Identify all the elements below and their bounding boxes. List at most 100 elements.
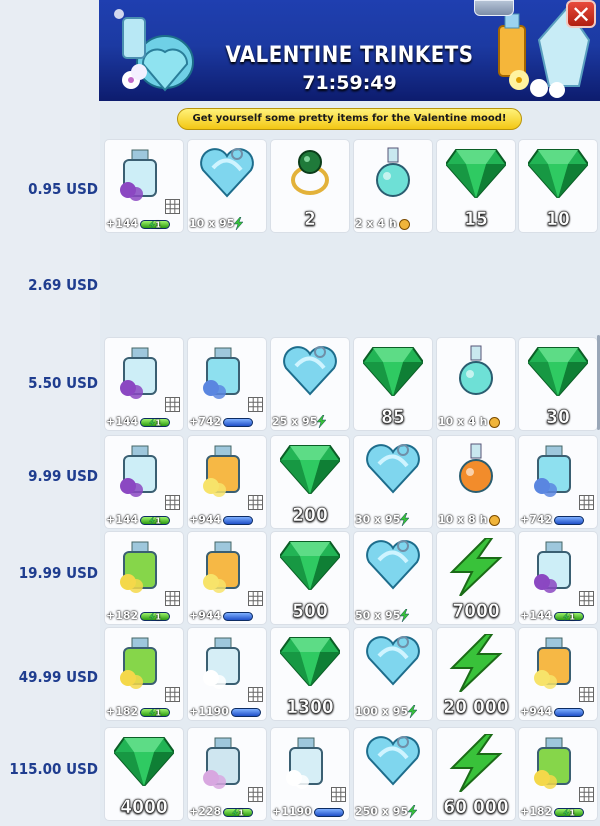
green-perfume-icon <box>120 637 157 689</box>
perfume-bouquet-icon <box>120 445 157 497</box>
item-detail: +144 1 <box>106 415 171 428</box>
clock-icon <box>489 416 501 428</box>
item-detail: +182 1 <box>106 705 171 718</box>
offer-item[interactable]: +944 <box>519 628 597 720</box>
heart-perfume-icon <box>534 445 571 497</box>
price-label[interactable]: 5.50 USD <box>0 374 98 392</box>
offer-item[interactable]: 100 x 95 <box>354 628 432 720</box>
offer-item[interactable]: +1190 <box>271 728 349 820</box>
heart-bottle-icon <box>366 636 420 686</box>
left-panel <box>0 0 100 826</box>
item-detail: +144 1 <box>106 513 171 526</box>
item-amount: 10 <box>546 208 570 231</box>
grid-icon <box>165 495 180 510</box>
item-detail: 25 x 95 <box>272 415 327 428</box>
item-detail: +144 1 <box>106 217 171 230</box>
heart-bottle-icon <box>366 444 420 494</box>
item-detail: +144 1 <box>520 609 585 622</box>
offer-item[interactable]: 60 000 <box>437 728 515 820</box>
emerald-gem-icon <box>446 149 506 198</box>
perfume-bouquet-icon <box>120 347 157 399</box>
perfume-bouquet-icon <box>534 541 571 593</box>
price-label[interactable]: 115.00 USD <box>0 760 98 778</box>
item-amount: 2 <box>304 208 317 231</box>
grid-icon <box>165 397 180 412</box>
orchid-perfume-icon <box>203 737 240 789</box>
perfume-bouquet-icon <box>120 149 157 201</box>
item-amount: 200 <box>292 504 328 527</box>
item-amount: 30 <box>546 406 570 429</box>
offer-item[interactable]: 15 <box>437 140 515 232</box>
offer-item[interactable]: +944 <box>188 436 266 528</box>
offer-item[interactable]: 4000 <box>105 728 183 820</box>
offer-item[interactable]: +182 1 <box>105 628 183 720</box>
offer-item[interactable]: +742 <box>188 338 266 430</box>
offer-item[interactable]: 200 <box>271 436 349 528</box>
offer-item[interactable]: +144 1 <box>519 532 597 624</box>
offer-item[interactable]: +228 1 <box>188 728 266 820</box>
green-boost-badge: 1 <box>140 219 171 229</box>
green-boost-badge: 1 <box>223 807 254 817</box>
item-detail: +742 <box>520 513 585 526</box>
grid-icon <box>165 199 180 214</box>
offer-item[interactable]: 2 x 4 h <box>354 140 432 232</box>
price-label[interactable]: 9.99 USD <box>0 467 98 485</box>
potion-flask-icon <box>459 345 493 395</box>
grid-icon <box>165 687 180 702</box>
offer-item[interactable]: +742 <box>519 436 597 528</box>
grid-icon <box>579 687 594 702</box>
offer-item[interactable]: +1190 <box>188 628 266 720</box>
item-amount: 500 <box>292 600 328 623</box>
offer-item[interactable]: 10 x 95 <box>188 140 266 232</box>
heart-bottle-icon <box>366 736 420 786</box>
item-amount: 15 <box>464 208 488 231</box>
price-label[interactable]: 19.99 USD <box>0 564 98 582</box>
heart-bottle-icon <box>283 346 337 396</box>
offer-item[interactable]: 500 <box>271 532 349 624</box>
offer-item[interactable]: 10 x 4 h <box>437 338 515 430</box>
offer-header: VALENTINE TRINKETS 71:59:49 <box>99 0 600 101</box>
offer-item[interactable]: 10 x 8 h <box>437 436 515 528</box>
offer-item[interactable]: +144 1 <box>105 436 183 528</box>
offer-item[interactable]: +144 1 <box>105 338 183 430</box>
close-button[interactable]: ✕ <box>566 0 596 28</box>
blue-boost-badge <box>554 515 585 525</box>
offer-item[interactable]: +182 1 <box>105 532 183 624</box>
blue-boost-badge <box>230 707 261 717</box>
offer-item[interactable]: +182 1 <box>519 728 597 820</box>
item-detail: +944 <box>189 513 254 526</box>
offer-item[interactable]: 250 x 95 <box>354 728 432 820</box>
heart-bottle-icon <box>200 148 254 198</box>
heart-bottle-icon <box>366 540 420 590</box>
item-detail: 50 x 95 <box>355 609 410 622</box>
offer-item[interactable]: +144 1 <box>105 140 183 232</box>
price-label[interactable]: 0.95 USD <box>0 180 98 198</box>
offer-item[interactable]: 2 <box>271 140 349 232</box>
offer-item[interactable]: 85 <box>354 338 432 430</box>
item-detail: +1190 <box>189 705 261 718</box>
item-detail: +1190 <box>272 805 344 818</box>
offer-item[interactable]: +944 <box>188 532 266 624</box>
offer-item[interactable]: 10 <box>519 140 597 232</box>
offer-item[interactable]: 7000 <box>437 532 515 624</box>
emerald-gem-icon <box>280 445 340 494</box>
item-detail: +182 1 <box>106 609 171 622</box>
blue-boost-badge <box>223 515 254 525</box>
price-label[interactable]: 49.99 USD <box>0 668 98 686</box>
offer-item[interactable]: 1300 <box>271 628 349 720</box>
item-detail: 10 x 8 h <box>438 513 501 526</box>
offer-item[interactable]: 50 x 95 <box>354 532 432 624</box>
offer-item[interactable]: 30 <box>519 338 597 430</box>
offer-item[interactable]: 30 x 95 <box>354 436 432 528</box>
clock-icon <box>398 218 410 230</box>
price-label[interactable]: 2.69 USD <box>0 276 98 294</box>
offer-item[interactable]: 25 x 95 <box>271 338 349 430</box>
emerald-gem-icon <box>280 637 340 686</box>
green-boost-badge: 1 <box>140 707 171 717</box>
mini-toggle-button[interactable] <box>474 0 514 16</box>
green-boost-badge: 1 <box>140 515 171 525</box>
item-detail: 10 x 95 <box>189 217 244 230</box>
offer-item[interactable]: 20 000 <box>437 628 515 720</box>
emerald-gem-icon <box>363 347 423 396</box>
fire-potion-icon <box>459 443 493 493</box>
